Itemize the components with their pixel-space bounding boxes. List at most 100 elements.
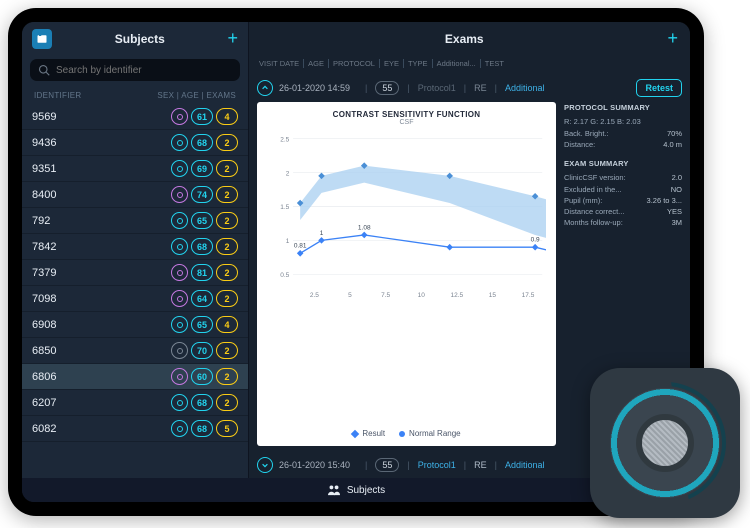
search-input[interactable] (56, 65, 232, 76)
svg-text:0.81: 0.81 (294, 243, 307, 250)
subject-id: 9436 (32, 137, 56, 149)
age-pill: 61 (191, 108, 213, 125)
chart-legend: Result Normal Range (267, 425, 546, 438)
age-pill: 65 (191, 212, 213, 229)
exam-age: 55 (375, 81, 399, 95)
subject-row[interactable]: 9436 68 2 (22, 130, 248, 156)
subject-id: 8400 (32, 189, 56, 201)
svg-text:2.5: 2.5 (280, 136, 289, 143)
sex-icon (171, 420, 188, 437)
search-icon (38, 64, 50, 76)
subject-list[interactable]: 9569 61 4 9436 68 2 9351 69 2 8400 74 2 … (22, 104, 248, 478)
exam-additional[interactable]: Additional (505, 460, 545, 470)
svg-text:10: 10 (418, 292, 426, 299)
exam-count-pill: 2 (216, 212, 238, 229)
subject-id: 9351 (32, 163, 56, 175)
sex-icon (171, 394, 188, 411)
legend-normal: Normal Range (409, 429, 461, 438)
sex-icon (171, 264, 188, 281)
exams-title: Exams (445, 32, 484, 46)
add-exam-button[interactable]: + (667, 28, 678, 49)
subject-row[interactable]: 7842 68 2 (22, 234, 248, 260)
subject-row[interactable]: 6908 65 4 (22, 312, 248, 338)
svg-text:1: 1 (320, 230, 324, 237)
svg-text:0.5: 0.5 (280, 272, 289, 279)
rgb-values: R: 2.17 G: 2.15 B: 2.03 (564, 116, 682, 127)
subject-row[interactable]: 6806 60 2 (22, 364, 248, 390)
subject-row[interactable]: 6207 68 2 (22, 390, 248, 416)
legend-result: Result (362, 429, 385, 438)
collapse-icon[interactable] (257, 80, 273, 96)
age-pill: 69 (191, 160, 213, 177)
subjects-sidebar: Subjects + IDENTIFIER SEX | AGE | EXAMS … (22, 22, 249, 478)
people-icon (327, 484, 341, 496)
subject-list-header: IDENTIFIER SEX | AGE | EXAMS (22, 85, 248, 104)
svg-text:1.08: 1.08 (358, 224, 371, 231)
exam-col: Additional... (432, 59, 480, 68)
subject-id: 6207 (32, 397, 56, 409)
exam-count-pill: 2 (216, 186, 238, 203)
svg-text:2: 2 (286, 170, 290, 177)
age-pill: 60 (191, 368, 213, 385)
subject-id: 792 (32, 215, 50, 227)
add-subject-button[interactable]: + (227, 28, 238, 49)
subject-row[interactable]: 9351 69 2 (22, 156, 248, 182)
exam-count-pill: 4 (216, 108, 238, 125)
subject-row[interactable]: 6850 70 2 (22, 338, 248, 364)
subject-row[interactable]: 8400 74 2 (22, 182, 248, 208)
sex-icon (171, 108, 188, 125)
age-pill: 68 (191, 394, 213, 411)
exam-count-pill: 2 (216, 134, 238, 151)
svg-text:7.5: 7.5 (381, 292, 390, 299)
subject-row[interactable]: 6082 68 5 (22, 416, 248, 442)
exam-count-pill: 2 (216, 264, 238, 281)
bottom-tab-label: Subjects (347, 485, 385, 496)
subject-id: 7098 (32, 293, 56, 305)
sex-icon (171, 134, 188, 151)
age-pill: 68 (191, 134, 213, 151)
svg-text:1: 1 (286, 238, 290, 245)
exam-date: 26-01-2020 15:40 (279, 460, 357, 470)
exam-col: AGE (303, 59, 328, 68)
exam-protocol: Protocol1 (418, 460, 456, 470)
svg-text:15: 15 (489, 292, 497, 299)
hardware-device (590, 368, 740, 518)
age-pill: 65 (191, 316, 213, 333)
svg-text:1.5: 1.5 (280, 204, 289, 211)
subject-id: 6850 (32, 345, 56, 357)
retest-button[interactable]: Retest (636, 79, 682, 97)
exam-count-pill: 5 (216, 420, 238, 437)
svg-text:2.5: 2.5 (310, 292, 319, 299)
sex-icon (171, 316, 188, 333)
sex-icon (171, 342, 188, 359)
svg-text:12.5: 12.5 (450, 292, 463, 299)
age-pill: 64 (191, 290, 213, 307)
search-box[interactable] (30, 59, 240, 81)
subject-row[interactable]: 792 65 2 (22, 208, 248, 234)
exam-date: 26-01-2020 14:59 (279, 83, 357, 93)
exam-count-pill: 2 (216, 368, 238, 385)
exam-count-pill: 2 (216, 238, 238, 255)
subject-row[interactable]: 7379 81 2 (22, 260, 248, 286)
age-pill: 68 (191, 238, 213, 255)
app-icon (32, 29, 52, 49)
subject-row[interactable]: 9569 61 4 (22, 104, 248, 130)
subject-id: 6908 (32, 319, 56, 331)
exam-protocol: Protocol1 (418, 83, 456, 93)
chart-subtitle: CSF (267, 119, 546, 126)
col-sex-age-exams: SEX | AGE | EXAMS (157, 91, 236, 100)
expand-icon[interactable] (257, 457, 273, 473)
csf-chart-card: CONTRAST SENSITIVITY FUNCTION CSF 0.511.… (257, 102, 556, 446)
exam-row[interactable]: 26-01-2020 14:59 | 55 | Protocol1 | RE |… (249, 74, 690, 102)
sex-icon (171, 212, 188, 229)
exam-columns: VISIT DATEAGEPROTOCOLEYETYPEAdditional..… (249, 55, 690, 74)
svg-text:5: 5 (348, 292, 352, 299)
sex-icon (171, 238, 188, 255)
subject-id: 9569 (32, 111, 56, 123)
svg-text:0.9: 0.9 (531, 237, 540, 244)
protocol-summary-title: PROTOCOL SUMMARY (564, 102, 682, 113)
exam-eye: RE (474, 83, 487, 93)
subject-id: 6806 (32, 371, 56, 383)
subject-row[interactable]: 7098 64 2 (22, 286, 248, 312)
exam-additional[interactable]: Additional (505, 83, 545, 93)
